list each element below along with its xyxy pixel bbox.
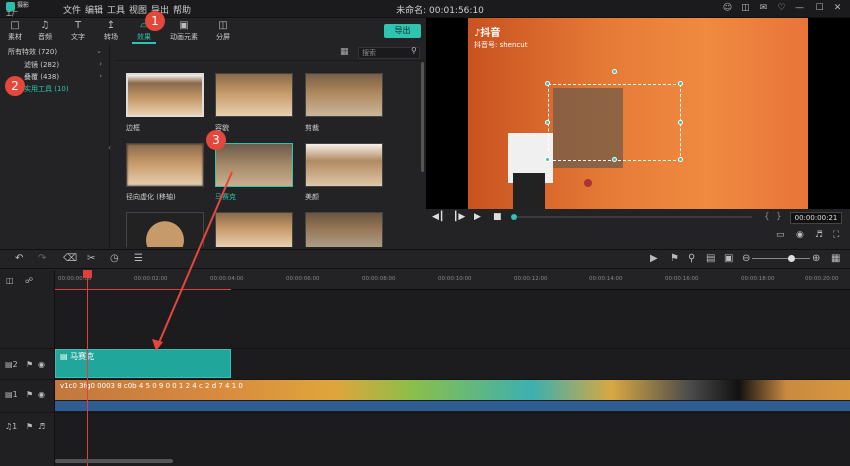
annotation-arrow: [152, 171, 233, 351]
step-badge-3: 3: [206, 130, 226, 150]
step-badge-2: 2: [5, 76, 25, 96]
step-badge-1: 1: [145, 11, 165, 31]
